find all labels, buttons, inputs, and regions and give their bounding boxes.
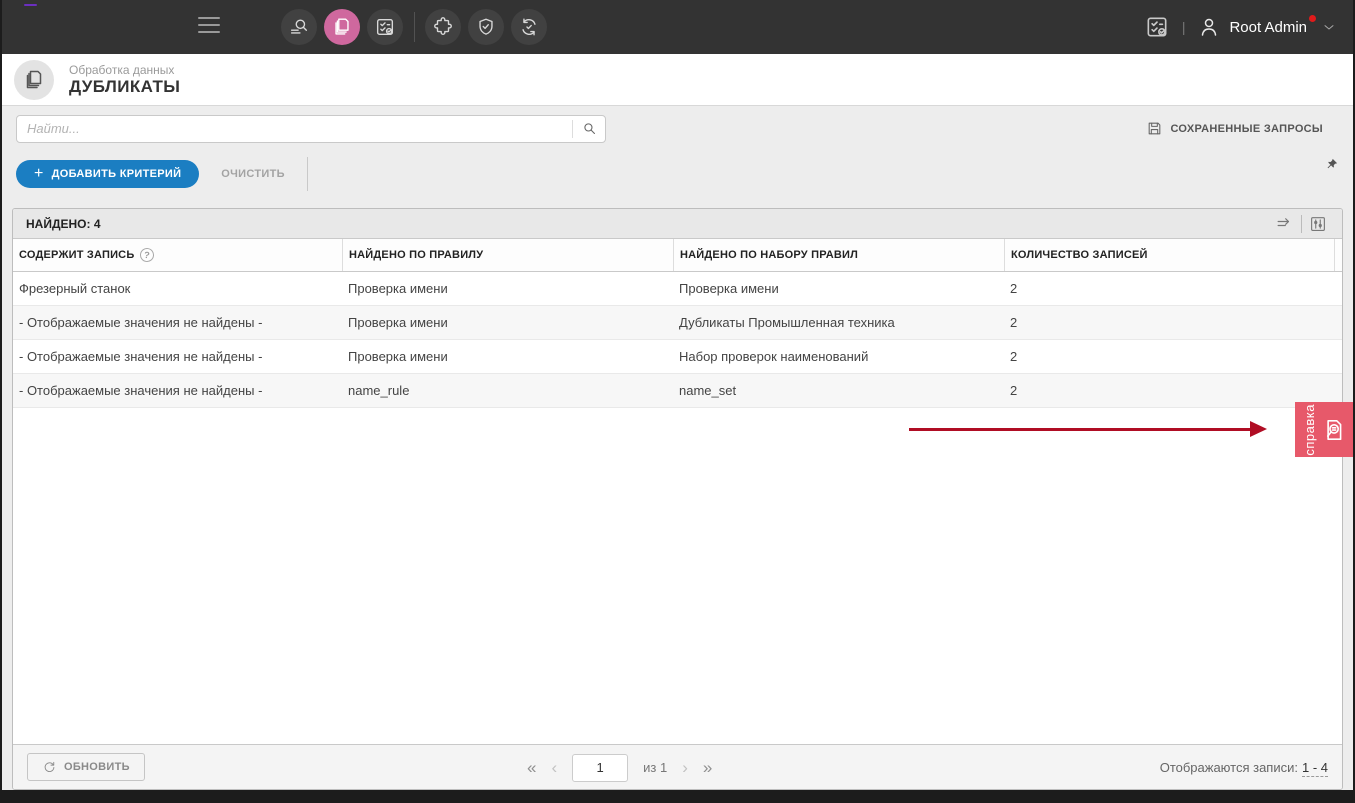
integrations-puzzle-icon[interactable] <box>425 9 461 45</box>
column-header-found-by-rule[interactable]: НАЙДЕНО ПО ПРАВИЛУ <box>342 239 673 271</box>
cell-count: 2 <box>1004 383 1342 398</box>
help-icon[interactable]: ? <box>140 247 156 263</box>
records-range-link[interactable]: 1 - 4 <box>1302 760 1328 777</box>
topbar-nav <box>281 9 554 45</box>
table-footer: ОБНОВИТЬ « ‹ из 1 › » Отображаются запис… <box>13 744 1342 789</box>
table-empty-area <box>13 408 1342 744</box>
help-tab[interactable]: справка <box>1295 402 1353 457</box>
search-icon <box>581 120 598 137</box>
page-header: Обработка данных ДУБЛИКАТЫ <box>2 54 1353 106</box>
first-page-button[interactable]: « <box>527 759 536 776</box>
last-page-button[interactable]: » <box>703 759 712 776</box>
next-page-button[interactable]: › <box>682 759 688 776</box>
cell-rule: Проверка имени <box>342 315 673 330</box>
cell-count: 2 <box>1004 349 1342 364</box>
plus-icon: + <box>34 166 44 182</box>
add-criterion-button[interactable]: + ДОБАВИТЬ КРИТЕРИЙ <box>16 160 199 188</box>
topbar-right-divider: | <box>1182 19 1186 35</box>
refresh-icon <box>42 760 57 775</box>
table-row[interactable]: Фрезерный станок Проверка имени Проверка… <box>13 272 1342 306</box>
sync-icon[interactable] <box>511 9 547 45</box>
results-panel: НАЙДЕНО: 4 СОДЕРЖИТ ЗАПИСЬ ? НАЙДЕНО ПО … <box>12 208 1343 790</box>
hamburger-menu-icon[interactable] <box>198 17 220 33</box>
add-criterion-label: ДОБАВИТЬ КРИТЕРИЙ <box>52 168 182 180</box>
table-row[interactable]: - Отображаемые значения не найдены - Про… <box>13 306 1342 340</box>
logo-dash <box>24 4 37 6</box>
refresh-button[interactable]: ОБНОВИТЬ <box>27 753 145 781</box>
annotation-arrow <box>909 428 1252 431</box>
chevron-down-icon <box>1321 19 1337 35</box>
cell-contains-record: - Отображаемые значения не найдены - <box>13 383 342 398</box>
table-header-row: СОДЕРЖИТ ЗАПИСЬ ? НАЙДЕНО ПО ПРАВИЛУ НАЙ… <box>13 239 1342 272</box>
column-header-contains-record[interactable]: СОДЕРЖИТ ЗАПИСЬ ? <box>13 239 342 271</box>
column-settings-icon[interactable] <box>1302 215 1334 233</box>
page-title: ДУБЛИКАТЫ <box>69 77 180 97</box>
table-row[interactable]: - Отображаемые значения не найдены - nam… <box>13 374 1342 408</box>
prev-page-button[interactable]: ‹ <box>551 759 557 776</box>
help-doc-icon <box>1320 415 1346 445</box>
search-button[interactable] <box>573 116 605 142</box>
cell-count: 2 <box>1004 281 1342 296</box>
criteria-divider <box>307 157 308 191</box>
window-bottom-edge <box>2 790 1353 803</box>
topbar-right: | Root Admin <box>1144 0 1337 54</box>
cell-rule: Проверка имени <box>342 349 673 364</box>
found-bar: НАЙДЕНО: 4 <box>13 209 1342 239</box>
cell-ruleset: Проверка имени <box>673 281 1004 296</box>
pagination: « ‹ из 1 › » <box>527 745 712 790</box>
cell-ruleset: Дубликаты Промышленная техника <box>673 315 1004 330</box>
cell-ruleset: Набор проверок наименований <box>673 349 1004 364</box>
topbar: | Root Admin <box>2 0 1353 54</box>
records-info: Отображаются записи: 1 - 4 <box>1160 760 1328 775</box>
column-header-found-by-ruleset[interactable]: НАЙДЕНО ПО НАБОРУ ПРАВИЛ <box>673 239 1004 271</box>
clear-button[interactable]: ОЧИСТИТЬ <box>221 168 285 180</box>
page-of-label: из 1 <box>643 760 667 775</box>
cell-contains-record: Фрезерный станок <box>13 281 342 296</box>
cell-rule: Проверка имени <box>342 281 673 296</box>
checklist-icon[interactable] <box>367 9 403 45</box>
breadcrumb: Обработка данных <box>69 63 180 77</box>
saved-queries-button[interactable]: СОХРАНЕННЫЕ ЗАПРОСЫ <box>1146 120 1323 137</box>
save-icon <box>1146 120 1163 137</box>
page-number-input[interactable] <box>572 754 628 782</box>
annotation-arrow-head <box>1250 421 1267 437</box>
app-window: | Root Admin Обработка данных ДУБЛИКАТЫ <box>0 0 1355 803</box>
help-tab-label: справка <box>1302 404 1317 456</box>
user-icon <box>1197 15 1221 39</box>
duplicates-page-icon <box>14 60 54 100</box>
cell-contains-record: - Отображаемые значения не найдены - <box>13 349 342 364</box>
found-count-label: НАЙДЕНО: 4 <box>20 217 101 231</box>
cell-contains-record: - Отображаемые значения не найдены - <box>13 315 342 330</box>
user-name: Root Admin <box>1229 19 1307 36</box>
cell-rule: name_rule <box>342 383 673 398</box>
user-menu[interactable]: Root Admin <box>1197 15 1337 39</box>
tasks-icon[interactable] <box>1144 14 1170 40</box>
cell-count: 2 <box>1004 315 1342 330</box>
search-row: СОХРАНЕННЫЕ ЗАПРОСЫ <box>2 106 1353 151</box>
search-input[interactable] <box>17 116 572 142</box>
pin-icon[interactable] <box>1324 157 1339 177</box>
column-header-record-count[interactable]: КОЛИЧЕСТВО ЗАПИСЕЙ <box>1004 239 1334 271</box>
security-shield-icon[interactable] <box>468 9 504 45</box>
export-list-icon[interactable] <box>1268 214 1301 233</box>
duplicates-icon[interactable] <box>324 9 360 45</box>
notification-dot <box>1309 15 1316 22</box>
criteria-row: + ДОБАВИТЬ КРИТЕРИЙ ОЧИСТИТЬ <box>2 151 1353 197</box>
table-row[interactable]: - Отображаемые значения не найдены - Про… <box>13 340 1342 374</box>
records-label: Отображаются записи: <box>1160 760 1298 775</box>
table-header-gutter <box>1334 239 1342 271</box>
search-records-icon[interactable] <box>281 9 317 45</box>
search-box <box>16 115 606 143</box>
cell-ruleset: name_set <box>673 383 1004 398</box>
refresh-label: ОБНОВИТЬ <box>64 761 130 773</box>
saved-queries-label: СОХРАНЕННЫЕ ЗАПРОСЫ <box>1170 123 1323 135</box>
topbar-divider <box>414 12 415 42</box>
